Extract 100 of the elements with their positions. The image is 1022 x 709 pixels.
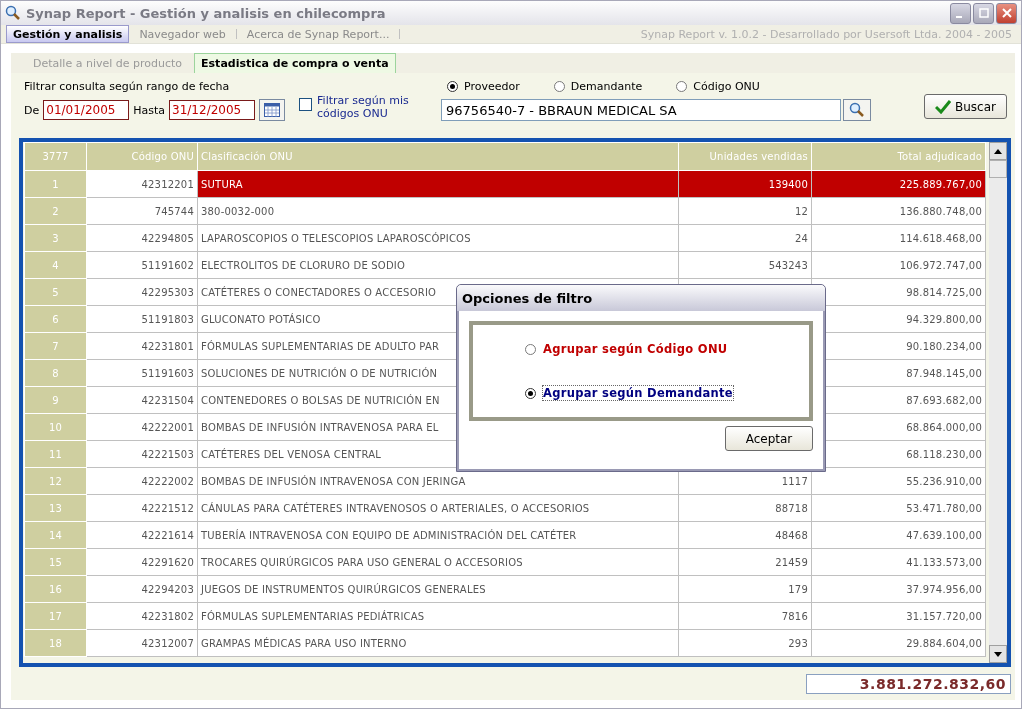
table-cell: JUEGOS DE INSTRUMENTOS QUIRÚRGICOS GENERALES bbox=[197, 575, 679, 603]
row-number: 2 bbox=[24, 197, 87, 225]
table-cell: SUTURA bbox=[197, 170, 679, 198]
entity-field[interactable]: 96756540-7 - BBRAUN MEDICAL SA bbox=[441, 99, 842, 121]
table-cell: 37.974.956,00 bbox=[811, 575, 986, 603]
radio-button[interactable] bbox=[447, 81, 459, 92]
column-header[interactable]: Clasificación ONU bbox=[197, 142, 679, 171]
radio-label: Proveedor bbox=[464, 80, 520, 93]
up-arrow-icon bbox=[994, 148, 1002, 154]
column-header[interactable]: 3777 bbox=[24, 142, 87, 171]
table-cell: CÁNULAS PARA CATÉTERES INTRAVENOSOS O ARTERIALES, O ACCESORIOS bbox=[197, 494, 679, 522]
table-cell: 51191602 bbox=[86, 251, 198, 279]
version-text: Synap Report v. 1.0.2 - Desarrollado por Usersoft Ltda. 2004 - 2005 bbox=[640, 27, 1013, 41]
close-icon bbox=[1001, 8, 1012, 19]
row-number: 11 bbox=[24, 440, 87, 468]
table-cell: 225.889.767,00 bbox=[811, 170, 986, 198]
table-cell: 106.972.747,00 bbox=[811, 251, 986, 279]
table-cell: 42221503 bbox=[86, 440, 198, 468]
table-cell: TROCARES QUIRÚRGICOS PARA USO GENERAL O ACCESORIOS bbox=[197, 548, 679, 576]
date-range-label: Filtrar consulta según rango de fecha bbox=[24, 80, 231, 93]
table-cell: 543243 bbox=[678, 251, 812, 279]
maximize-button[interactable] bbox=[973, 2, 994, 24]
table-cell: 42221512 bbox=[86, 494, 198, 522]
table-cell: 136.880.748,00 bbox=[811, 197, 986, 225]
table-cell: 12 bbox=[678, 197, 812, 225]
row-number: 12 bbox=[24, 467, 87, 495]
scroll-up-button[interactable] bbox=[989, 142, 1007, 160]
minimize-icon bbox=[956, 16, 962, 19]
radio-label: Demandante bbox=[570, 80, 643, 93]
radio-button[interactable] bbox=[525, 387, 536, 399]
row-number: 16 bbox=[24, 575, 87, 603]
to-date-field[interactable]: 31/12/2005 bbox=[169, 100, 256, 120]
to-label: Hasta bbox=[133, 103, 166, 117]
table-cell: 114.618.468,00 bbox=[811, 224, 986, 252]
search-icon bbox=[849, 102, 866, 118]
table-cell: 42291620 bbox=[86, 548, 198, 576]
close-button[interactable] bbox=[996, 2, 1017, 24]
table-cell: FÓRMULAS SUPLEMENTARIAS PEDIÁTRICAS bbox=[197, 602, 679, 630]
table-cell: 380-0032-000 bbox=[197, 197, 679, 225]
checkmark-icon bbox=[935, 99, 951, 114]
sub-tab[interactable]: Estadistica de compra o venta bbox=[194, 53, 396, 73]
main-tab[interactable]: Acerca de Synap Report... bbox=[236, 25, 400, 43]
table-cell: 42231802 bbox=[86, 602, 198, 630]
accept-button[interactable]: Aceptar bbox=[725, 426, 813, 451]
table-cell: 139400 bbox=[678, 170, 812, 198]
table-cell: 42221614 bbox=[86, 521, 198, 549]
radio-label: Agrupar según Demandante bbox=[542, 385, 734, 401]
row-number: 3 bbox=[24, 224, 87, 252]
radio-button[interactable] bbox=[553, 81, 565, 92]
table-cell: 31.157.720,00 bbox=[811, 602, 986, 630]
radio-button[interactable] bbox=[525, 343, 536, 355]
table-cell: 42295303 bbox=[86, 278, 198, 306]
table-cell: 51191603 bbox=[86, 359, 198, 387]
row-number: 14 bbox=[24, 521, 87, 549]
from-date-field[interactable]: 01/01/2005 bbox=[43, 100, 130, 120]
checkbox-label: Filtrar según mis códigos ONU bbox=[317, 94, 410, 120]
from-label: De bbox=[24, 103, 40, 117]
row-number: 1 bbox=[24, 170, 87, 198]
scroll-down-button[interactable] bbox=[989, 645, 1007, 663]
table-cell: 24 bbox=[678, 224, 812, 252]
table-cell: 42294805 bbox=[86, 224, 198, 252]
table-cell: 51191803 bbox=[86, 305, 198, 333]
table-cell: 42231504 bbox=[86, 386, 198, 414]
calendar-button[interactable] bbox=[259, 99, 286, 121]
calendar-icon bbox=[264, 103, 281, 117]
row-number: 5 bbox=[24, 278, 87, 306]
checkbox[interactable] bbox=[299, 98, 313, 111]
column-header[interactable]: Código ONU bbox=[86, 142, 198, 171]
column-header[interactable]: Unidades vendidas bbox=[678, 142, 812, 171]
row-number: 7 bbox=[24, 332, 87, 360]
scrollbar[interactable] bbox=[989, 142, 1007, 663]
main-tab[interactable]: Gestión y analisis bbox=[6, 25, 130, 43]
table-cell: 88718 bbox=[678, 494, 812, 522]
window-title: Synap Report - Gestión y analisis en chilecompra bbox=[26, 5, 386, 21]
table-cell: 42231801 bbox=[86, 332, 198, 360]
radio-button[interactable] bbox=[676, 81, 688, 92]
table-cell: 53.471.780,00 bbox=[811, 494, 986, 522]
row-number: 13 bbox=[24, 494, 87, 522]
row-number: 15 bbox=[24, 548, 87, 576]
table-cell: 42294203 bbox=[86, 575, 198, 603]
search-button[interactable] bbox=[843, 99, 872, 121]
table-cell: 41.133.573,00 bbox=[811, 548, 986, 576]
dialog-title: Opciones de filtro bbox=[462, 290, 593, 306]
search-submit-button[interactable]: Buscar bbox=[924, 94, 1007, 119]
magnifier-icon bbox=[5, 5, 21, 22]
minimize-button[interactable] bbox=[950, 2, 971, 24]
table-cell: LAPAROSCOPIOS O TELESCOPIOS LAPAROSCÓPICOS bbox=[197, 224, 679, 252]
table-cell: 42222001 bbox=[86, 413, 198, 441]
row-number: 18 bbox=[24, 629, 87, 657]
table-cell: 293 bbox=[678, 629, 812, 657]
radio-label: Código ONU bbox=[693, 80, 760, 93]
sub-tab[interactable]: Detalle a nivel de producto bbox=[11, 53, 195, 73]
row-number: 17 bbox=[24, 602, 87, 630]
row-number: 6 bbox=[24, 305, 87, 333]
row-number: 8 bbox=[24, 359, 87, 387]
table-cell: 42222002 bbox=[86, 467, 198, 495]
main-tab[interactable]: Navegador web bbox=[129, 25, 236, 43]
row-number: 9 bbox=[24, 386, 87, 414]
column-header[interactable]: Total adjudicado bbox=[811, 142, 986, 171]
scroll-thumb[interactable] bbox=[989, 160, 1007, 178]
